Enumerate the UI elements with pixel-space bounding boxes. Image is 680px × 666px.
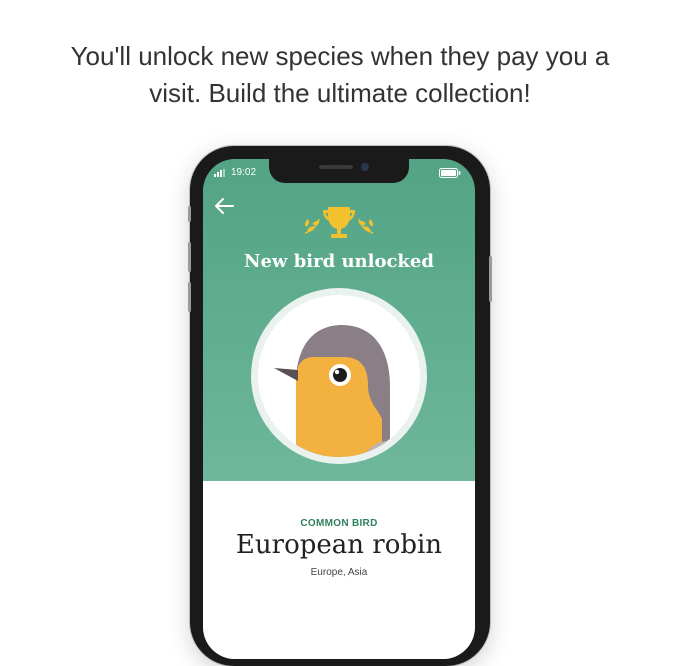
side-button-mute: [188, 206, 191, 222]
notch: [269, 159, 409, 183]
battery-icon: [439, 168, 461, 178]
robin-illustration: [274, 325, 400, 457]
side-button-volume-up: [188, 242, 191, 272]
side-button-volume-down: [188, 282, 191, 312]
bird-avatar: [251, 288, 427, 464]
bird-info-card: COMMON BIRD European robin Europe, Asia: [203, 481, 475, 659]
bird-region: Europe, Asia: [310, 567, 368, 578]
side-button-power: [489, 256, 492, 302]
headline: You'll unlock new species when they pay …: [0, 38, 680, 112]
trophy-icon: [304, 207, 374, 238]
unlock-title: New bird unlocked: [244, 251, 434, 272]
bird-avatar-inner: [258, 295, 420, 457]
bird-name: European robin: [235, 530, 443, 560]
headline-line-2: visit. Build the ultimate collection!: [149, 78, 531, 108]
status-time: 19:02: [231, 167, 257, 178]
speaker-grille: [319, 165, 353, 169]
phone-screen: 19:02 New bird unlocked COMMON BIRD Euro…: [203, 159, 475, 659]
phone-frame: 19:02 New bird unlocked COMMON BIRD Euro…: [188, 146, 492, 666]
headline-line-1: You'll unlock new species when they pay …: [70, 41, 610, 71]
back-arrow-icon[interactable]: [211, 195, 237, 217]
front-camera: [361, 163, 369, 171]
bird-category: COMMON BIRD: [300, 518, 378, 529]
signal-icon: [214, 169, 225, 177]
